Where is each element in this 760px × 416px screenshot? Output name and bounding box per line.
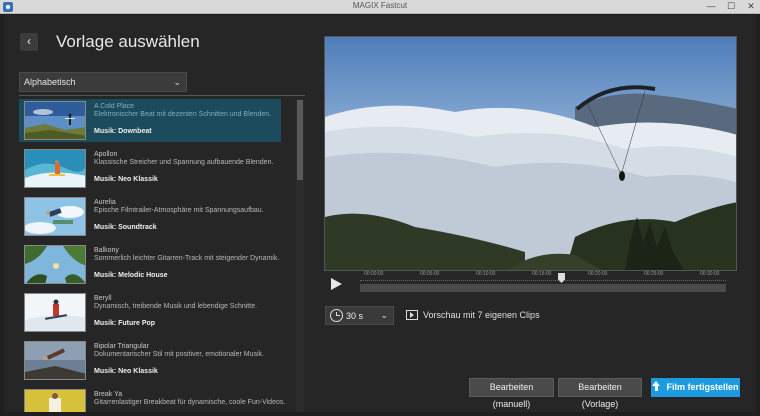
timeline-ticks bbox=[360, 280, 726, 283]
chevron-left-icon: ‹ bbox=[27, 34, 31, 48]
template-thumbnail bbox=[24, 293, 86, 332]
timeline-scrubber[interactable]: 00:00:00 00:05:00 00:10:00 00:15:00 00:20:00… bbox=[360, 271, 726, 295]
template-thumbnail bbox=[24, 245, 86, 284]
template-thumbnail bbox=[24, 197, 86, 236]
edit-manual-button[interactable]: Bearbeiten (manuell) bbox=[469, 378, 554, 409]
template-description: Dynamisch, treibende Musik und lebendige… bbox=[94, 303, 258, 310]
template-name: Balkony bbox=[94, 247, 119, 254]
template-music: Musik: Future Pop bbox=[94, 320, 156, 327]
template-thumbnail bbox=[24, 389, 86, 412]
finish-film-label: Film fertigstellen bbox=[666, 382, 739, 392]
chevron-down-icon: ⌄ bbox=[380, 310, 388, 320]
template-item[interactable]: Bipolar Triangular Dokumentarischer Stil… bbox=[19, 339, 281, 382]
maximize-button[interactable]: ☐ bbox=[726, 1, 736, 12]
template-item[interactable]: Aurelia Epische Filmtrailer-Atmosphäre m… bbox=[19, 195, 281, 238]
template-item[interactable]: Beryll Dynamisch, treibende Musik und le… bbox=[19, 291, 281, 334]
template-music: Musik: Soundtrack bbox=[94, 224, 157, 231]
clock-icon bbox=[330, 309, 343, 322]
template-list: A Cold Place Elektronischer Beat mit dez… bbox=[19, 99, 289, 412]
timeline-tick-label: 00:30:00 bbox=[700, 271, 720, 277]
play-icon[interactable] bbox=[329, 277, 343, 291]
timeline-tick-label: 00:20:00 bbox=[588, 271, 608, 277]
sort-dropdown[interactable]: Alphabetisch ⌄ bbox=[19, 72, 187, 92]
timeline-labels: 00:00:00 00:05:00 00:10:00 00:15:00 00:20:00… bbox=[360, 271, 726, 279]
timeline-tick-label: 00:25:00 bbox=[644, 271, 664, 277]
timeline-tick-label: 00:10:00 bbox=[476, 271, 496, 277]
back-button[interactable]: ‹ bbox=[20, 33, 38, 51]
timeline-tick-label: 00:15:00 bbox=[532, 271, 552, 277]
preview-info-text: Vorschau mit 7 eigenen Clips bbox=[423, 310, 540, 320]
template-thumbnail bbox=[24, 101, 86, 140]
close-button[interactable]: ✕ bbox=[746, 1, 756, 12]
film-icon bbox=[406, 310, 418, 320]
timeline-tick-label: 00:05:00 bbox=[420, 271, 440, 277]
page-title: Vorlage auswählen bbox=[56, 32, 200, 51]
template-music: Musik: Neo Klassik bbox=[94, 368, 158, 375]
template-name: Break Ya bbox=[94, 391, 123, 398]
template-description: Klassische Streicher und Spannung aufbau… bbox=[94, 159, 274, 166]
template-description: Sommerlich leichter Gitarren-Track mit s… bbox=[94, 255, 280, 262]
template-item[interactable]: A Cold Place Elektronischer Beat mit dez… bbox=[19, 99, 281, 142]
timeline-track[interactable] bbox=[360, 284, 726, 292]
template-description: Elektronischer Beat mit dezenten Schnitt… bbox=[94, 111, 272, 118]
template-description: Gitarrenlastiger Breakbeat für dynamisch… bbox=[94, 399, 286, 406]
main-panel: ‹ Vorlage auswählen Alphabetisch ⌄ A Col… bbox=[4, 15, 756, 412]
template-music: Musik: Downbeat bbox=[94, 128, 152, 135]
template-name: Beryll bbox=[94, 295, 112, 302]
title-bar: MAGIX Fastcut — ☐ ✕ bbox=[0, 0, 760, 14]
chevron-down-icon: ⌄ bbox=[173, 77, 181, 87]
template-item[interactable]: Break Ya Gitarrenlastiger Breakbeat für … bbox=[19, 387, 285, 412]
list-scrollbar[interactable] bbox=[296, 99, 304, 412]
template-item[interactable]: Apollon Klassische Streicher und Spannun… bbox=[19, 147, 281, 190]
template-description: Epische Filmtrailer-Atmosphäre mit Spann… bbox=[94, 207, 264, 214]
template-thumbnail bbox=[24, 149, 86, 188]
template-music: Musik: Neo Klassik bbox=[94, 176, 158, 183]
scrollbar-thumb[interactable] bbox=[297, 100, 303, 180]
template-name: Apollon bbox=[94, 151, 118, 158]
template-item[interactable]: Balkony Sommerlich leichter Gitarren-Tra… bbox=[19, 243, 281, 286]
upload-icon bbox=[652, 381, 661, 391]
template-name: A Cold Place bbox=[94, 103, 135, 110]
minimize-button[interactable]: — bbox=[706, 1, 716, 12]
template-description: Dokumentarischer Stil mit positiver, emo… bbox=[94, 351, 265, 358]
template-name: Aurelia bbox=[94, 199, 116, 206]
timeline-tick-label: 00:00:00 bbox=[364, 271, 384, 277]
template-thumbnail bbox=[24, 341, 86, 380]
edit-template-button[interactable]: Bearbeiten (Vorlage) bbox=[558, 378, 642, 409]
divider bbox=[19, 95, 305, 96]
preview-info: Vorschau mit 7 eigenen Clips bbox=[406, 310, 540, 320]
duration-dropdown[interactable]: 30 s ⌄ bbox=[325, 306, 394, 325]
window-title: MAGIX Fastcut bbox=[352, 1, 408, 10]
template-name: Bipolar Triangular bbox=[94, 343, 149, 350]
duration-value: 30 s bbox=[346, 311, 364, 321]
sort-selected-value: Alphabetisch bbox=[24, 77, 76, 87]
template-music: Musik: Melodic House bbox=[94, 272, 168, 279]
video-preview[interactable] bbox=[324, 36, 737, 271]
finish-film-button[interactable]: Film fertigstellen bbox=[651, 378, 740, 397]
